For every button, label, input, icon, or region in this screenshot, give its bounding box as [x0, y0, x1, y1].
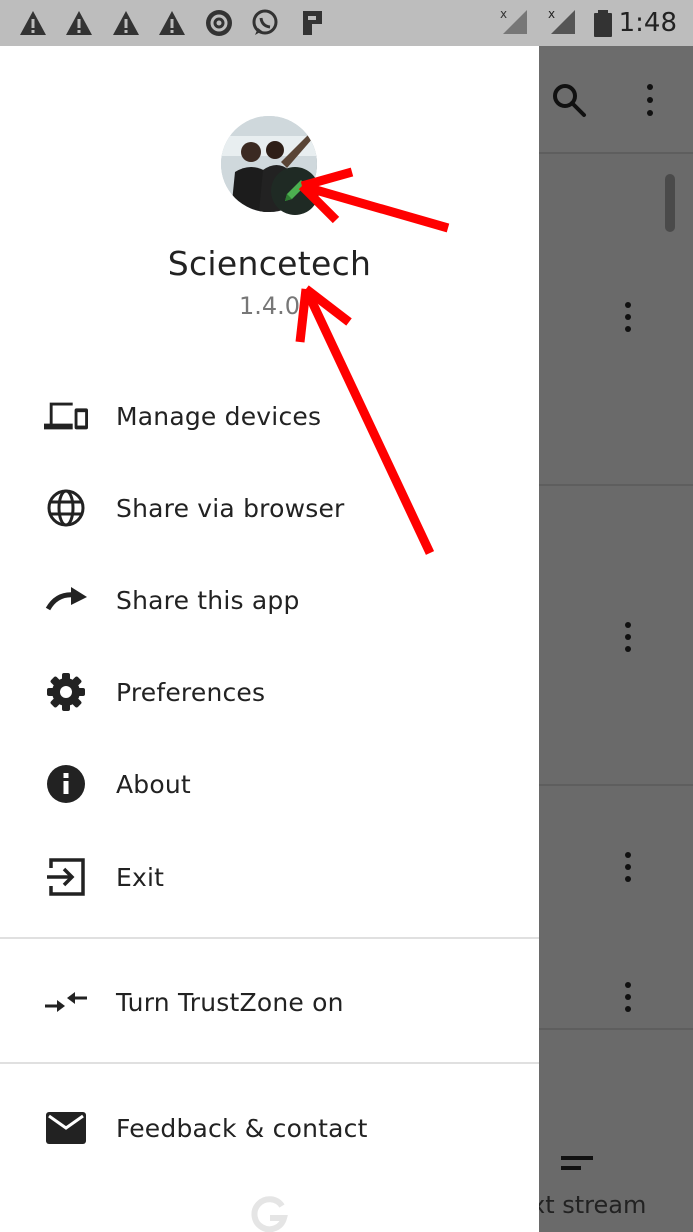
gear-icon — [44, 670, 88, 714]
background-toolbar — [539, 46, 693, 154]
battery-icon — [594, 10, 612, 37]
exit-icon — [44, 855, 88, 899]
warning-icon — [159, 11, 185, 35]
profile-name: Sciencetech — [167, 244, 372, 283]
menu-item-about[interactable]: About — [0, 742, 539, 826]
whatsapp-icon — [252, 9, 278, 35]
p-app-icon — [303, 11, 322, 35]
divider — [0, 1062, 539, 1064]
list-item[interactable] — [539, 786, 693, 1030]
clock: 1:48 — [618, 8, 677, 38]
search-icon[interactable] — [551, 82, 587, 118]
svg-text:x: x — [548, 7, 555, 21]
g-logo-icon — [251, 1196, 288, 1232]
menu-item-manage-devices[interactable]: Manage devices — [0, 374, 539, 458]
menu-item-exit[interactable]: Exit — [0, 835, 539, 919]
text-stream-icon — [561, 1156, 593, 1170]
menu-item-label: About — [116, 769, 191, 799]
devices-icon — [44, 394, 88, 438]
warning-icon — [113, 11, 139, 35]
no-signal-icon: x — [548, 7, 575, 34]
menu-item-trustzone[interactable]: Turn TrustZone on — [0, 960, 539, 1044]
trustzone-icon — [44, 980, 88, 1024]
menu-item-label: Manage devices — [116, 401, 322, 431]
overflow-menu-icon[interactable] — [645, 84, 655, 118]
share-arrow-icon — [44, 578, 88, 622]
mail-icon — [44, 1106, 88, 1150]
menu-item-share-this-app[interactable]: Share this app — [0, 558, 539, 642]
background-app[interactable]: xt stream — [531, 46, 693, 1232]
pencil-icon — [285, 180, 306, 201]
list-item[interactable] — [539, 486, 693, 786]
globe-icon — [44, 486, 88, 530]
warning-icon — [20, 11, 46, 35]
menu-item-label: Share via browser — [116, 493, 345, 523]
menu-item-label: Preferences — [116, 677, 266, 707]
shield-app-icon — [206, 10, 232, 36]
divider — [0, 937, 539, 939]
item-menu-icon[interactable] — [623, 982, 633, 1016]
menu-item-label: Feedback & contact — [116, 1113, 368, 1143]
menu-item-feedback[interactable]: Feedback & contact — [0, 1086, 539, 1170]
menu-item-share-via-browser[interactable]: Share via browser — [0, 466, 539, 550]
bottom-tab-label[interactable]: xt stream — [531, 1191, 646, 1219]
menu-item-label: Exit — [116, 862, 165, 892]
navigation-drawer: Sciencetech 1.4.0 Manage devices Share v… — [0, 46, 539, 1232]
list-item[interactable] — [539, 156, 693, 486]
svg-text:x: x — [500, 7, 507, 21]
status-bar: x x 1:48 — [0, 0, 693, 46]
warning-icon — [66, 11, 92, 35]
menu-item-label: Turn TrustZone on — [116, 987, 344, 1017]
menu-item-preferences[interactable]: Preferences — [0, 650, 539, 734]
no-signal-icon: x — [500, 7, 527, 34]
info-icon — [44, 762, 88, 806]
menu-item-label: Share this app — [116, 585, 300, 615]
edit-avatar-button[interactable] — [271, 167, 319, 215]
app-version: 1.4.0 — [238, 292, 301, 320]
